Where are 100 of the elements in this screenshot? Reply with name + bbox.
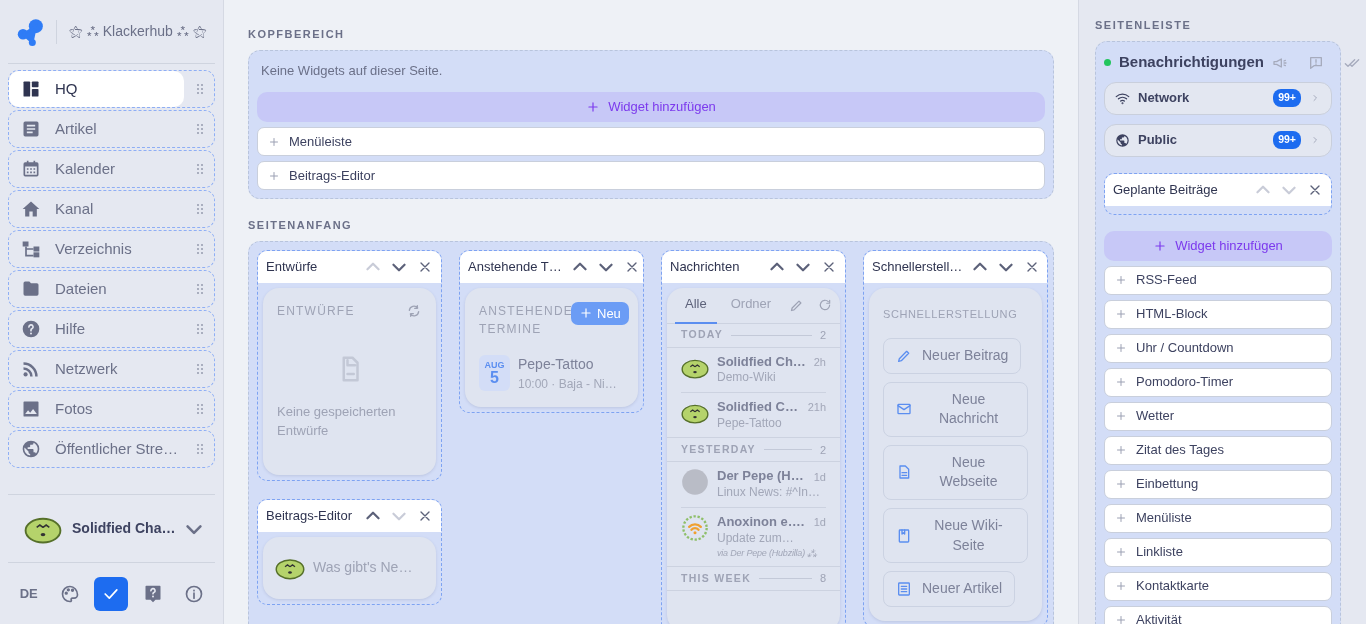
list-icon [896,580,912,597]
chevron-down-icon [1281,184,1297,195]
chevron-up-icon [571,261,588,272]
message-item[interactable]: Der Pepe (H… 1d Linux News: #^In… [681,462,826,508]
new-event-button[interactable]: Neu [571,301,629,325]
message-preview: Update zum… [717,530,795,547]
site-title: ⚝ ⁂ Klackerhub ⁂ ⚝ [69,22,207,41]
calendar-icon [21,159,41,179]
refresh-icon[interactable] [406,302,422,319]
count-badge: 99+ [1273,89,1301,107]
account-name[interactable]: Solidfied Cha… [72,518,176,539]
move-down-button[interactable] [597,261,614,272]
plus-icon [1115,342,1127,354]
quick-create-button[interactable]: Neuer Artikel [883,571,1016,607]
plus-icon [1115,410,1127,422]
move-up-button[interactable] [571,261,588,272]
logo-icon[interactable] [16,17,44,46]
widget-heading: SCHNELLERSTELLUNG [883,306,1019,322]
plus-icon [586,100,601,114]
nav-item[interactable]: HQ [9,71,184,107]
move-down-button[interactable] [998,261,1015,272]
widget-option[interactable]: Wetter [1104,401,1332,431]
sender-name: Solidfied C… [717,399,799,416]
quick-create-button[interactable]: Neue Webseite [883,444,1028,500]
group-count: 2 [819,442,826,458]
plus-icon [268,169,280,182]
message-item[interactable]: Solidfied C… 21h Pepe-Tattoo [681,393,826,438]
language-button[interactable]: DE [11,576,46,611]
event-item[interactable]: AUG 5 Pepe-Tattoo 10:00 · Baja - Ni… [479,353,624,393]
sender-name: Anoxinon e…. [717,513,806,531]
message-alert-icon[interactable] [1308,54,1324,71]
move-down-button[interactable] [795,261,811,272]
plus-icon [1115,478,1127,490]
widget-option[interactable]: Linkliste [1104,537,1332,567]
event-month: AUG [484,360,505,370]
notifications-title: Benachrichtigungen [1119,52,1264,73]
help-icon [21,319,41,339]
widget-option[interactable]: Uhr / Countdown [1104,333,1332,363]
quick-create-button[interactable]: Neue Nachricht [883,381,1028,437]
group-count: 8 [819,571,826,587]
widget-option[interactable]: Beitrags-Editor [257,161,1045,190]
widget-option[interactable]: HTML-Block [1104,299,1332,329]
quick-create-button[interactable]: Neue Wiki-Seite [883,507,1028,564]
tab[interactable]: Alle [675,286,717,324]
section-title: SEITENLEISTE [1095,18,1193,33]
message-preview: Linux News: #^In… [717,485,821,501]
chevron-up-icon [972,261,989,272]
group-label: THIS WEEK [681,570,752,586]
message-item[interactable]: Solidfied Ch… 2h Demo-Wiki [681,347,826,393]
widget-option[interactable]: Einbettung [1104,469,1332,499]
move-up-button[interactable] [769,261,785,272]
widget-option[interactable]: Zitat des Tages [1104,435,1332,465]
document-icon [21,119,41,139]
message-time: 1d [813,515,826,530]
plus-icon [1115,274,1127,286]
plus-icon [1153,238,1168,253]
globe-icon [1115,132,1130,148]
add-widget-button[interactable]: Widget hinzufügen [257,92,1045,122]
plus-icon [1115,512,1127,524]
chevron-down-icon [391,261,407,272]
widget-title: Anstehende T… [468,257,562,276]
widget-option[interactable]: RSS-Feed [1104,265,1332,295]
widget-option[interactable]: Pomodoro-Timer [1104,367,1332,397]
widget-option[interactable]: Menüliste [1104,503,1332,533]
message-time: 1d [813,469,826,485]
refresh-icon[interactable] [818,298,833,312]
plus-icon [1115,376,1127,388]
folder-icon [21,279,41,299]
chevron-up-icon [365,261,381,272]
globe-icon [21,439,41,459]
chevron-up-icon [769,261,785,272]
move-down-button[interactable] [391,261,407,272]
event-day: 5 [490,369,499,386]
chevron-down-icon[interactable] [185,522,204,535]
plus-icon [1115,308,1127,320]
channel-button[interactable]: Network 99+ [1104,81,1332,115]
message-preview: Pepe-Tattoo [717,415,783,432]
widget-option[interactable]: Menüleiste [257,127,1045,156]
channel-button[interactable]: Public 99+ [1104,123,1332,157]
add-widget-button[interactable]: Widget hinzufügen [1104,230,1332,261]
message-time: 21h [807,400,826,415]
message-preview: Demo-Wiki [717,370,777,386]
move-up-button[interactable] [365,510,381,521]
quick-create-button[interactable]: Neuer Beitrag [883,338,1022,374]
empty-note: Keine Widgets auf dieser Seite. [260,61,444,80]
image-icon [21,399,41,419]
dashboard-icon [21,79,41,99]
plus-icon [1115,614,1127,624]
chevron-down-icon [597,261,614,272]
widget-title: Geplante Beiträge [1113,180,1219,199]
hierarchy-icon [21,239,41,259]
move-up-button[interactable] [972,261,989,272]
section-title: KOPFBEREICH [248,27,346,42]
widget-option[interactable]: Kontaktkarte [1104,571,1332,601]
chevron-up-icon [1255,184,1271,195]
plus-icon [1115,546,1127,558]
chevron-down-icon [998,261,1015,272]
check-button[interactable] [94,576,129,611]
widget-option[interactable]: Aktivität [1104,605,1332,624]
chevron-down-icon [391,510,407,521]
